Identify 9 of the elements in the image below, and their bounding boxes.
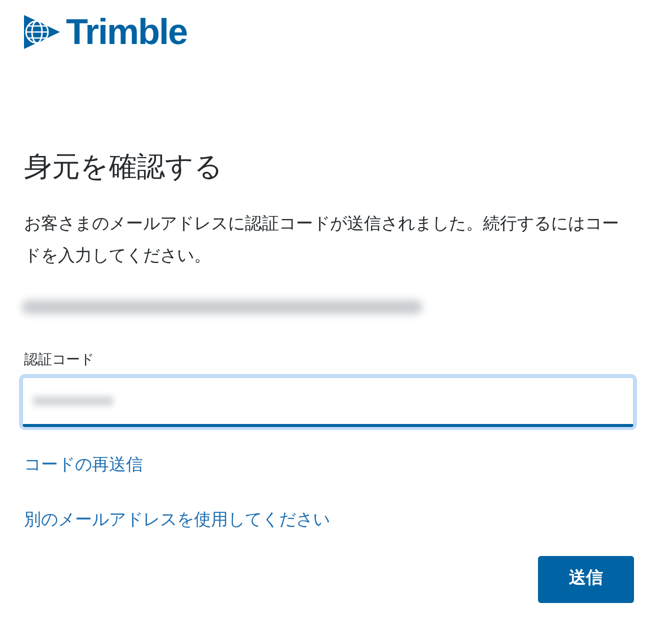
logo-text: Trimble bbox=[66, 14, 188, 50]
text-link[interactable]: 別のメールアドレスを使用してください bbox=[24, 508, 330, 534]
instruction-text: お客さまのメールアドレスに認証コードが送信されました。続行するにはコードを入力してください。 bbox=[24, 212, 620, 268]
page-heading: 身元を確認する bbox=[24, 150, 224, 184]
submit-button[interactable]: 送信 bbox=[538, 556, 634, 603]
globe-logo-icon bbox=[22, 12, 62, 52]
text-link[interactable]: コードの再送信 bbox=[24, 452, 143, 478]
field-label: 認証コード bbox=[24, 350, 95, 370]
code-field[interactable] bbox=[22, 376, 634, 427]
